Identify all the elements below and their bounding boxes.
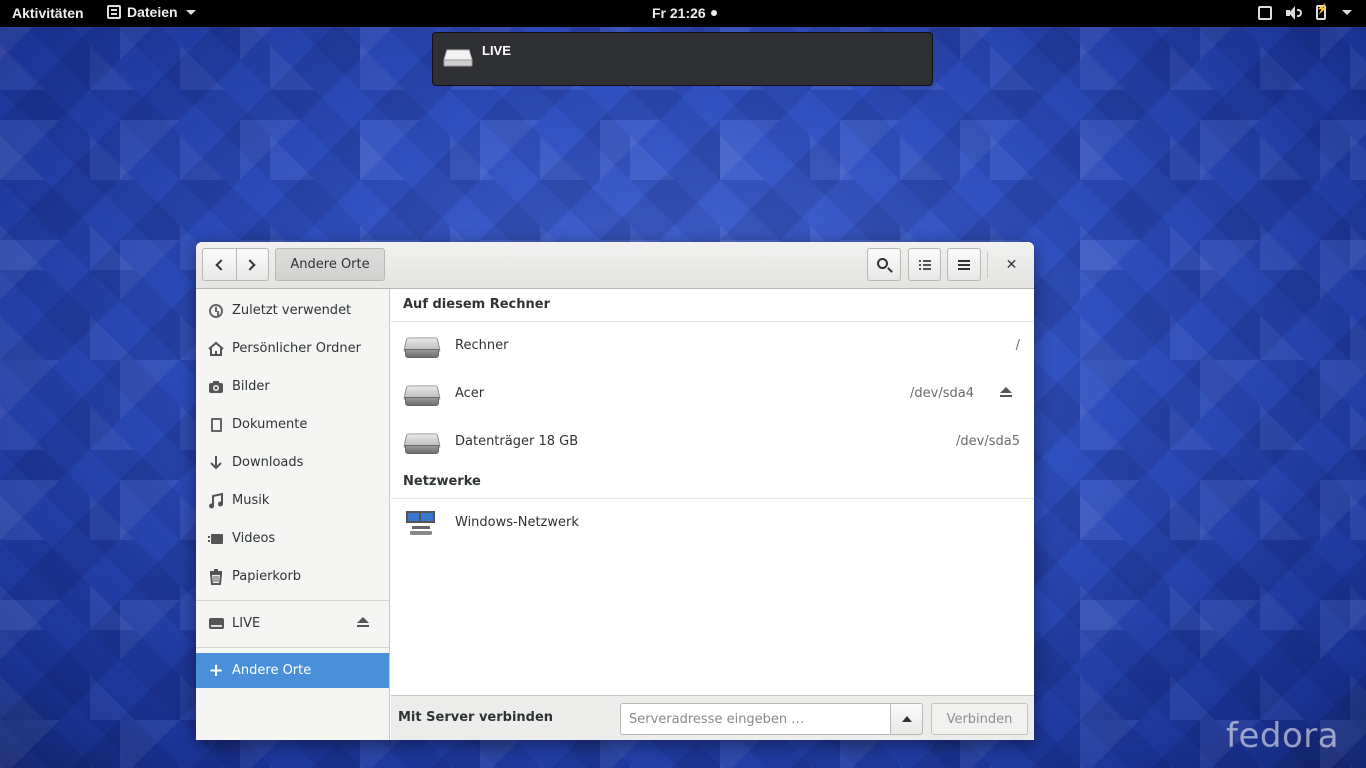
hamburger-menu-icon [958,259,970,270]
notification-dot-icon [710,10,717,16]
sidebar-item-label: Videos [232,531,276,546]
section-title-networks: Netzwerke [403,474,481,489]
sidebar-item-label: Dokumente [232,417,308,432]
place-row-windows-network[interactable]: Windows-Netzwerk [391,499,1034,547]
place-name: Windows-Netzwerk [455,515,579,530]
sidebar-item-videos[interactable]: Videos [196,521,389,556]
clock-button[interactable]: Fr 21:26 [652,5,717,21]
app-menu-label: Dateien [127,4,178,20]
notification-banner[interactable]: LIVE [432,32,933,86]
sidebar-item-downloads[interactable]: Downloads [196,445,389,480]
navigation-buttons [202,248,269,281]
notification-title: LIVE [482,43,511,58]
chevron-left-icon [215,258,227,271]
files-app-icon [107,5,121,19]
sidebar-item-label: Papierkorb [232,569,302,584]
connect-button[interactable]: Verbinden [931,703,1028,735]
view-mode-button[interactable] [908,248,941,281]
eject-button[interactable] [1000,387,1012,399]
files-window: Andere Orte ✕ Zuletzt verwendet Persönli… [196,242,1034,740]
place-row-rechner[interactable]: Rechner / [391,322,1034,370]
place-row-acer[interactable]: Acer /dev/sda4 [391,370,1034,418]
sidebar-item-recent[interactable]: Zuletzt verwendet [196,293,389,328]
chevron-up-icon [901,716,912,722]
app-menu-button[interactable]: Dateien [107,4,196,20]
camera-icon [208,379,224,395]
close-button[interactable]: ✕ [995,248,1028,281]
connect-to-server-bar: Mit Server verbinden Verbinden [391,695,1034,740]
system-tray[interactable] [1258,4,1352,20]
place-path: /dev/sda4 [910,386,974,401]
forward-button[interactable] [235,249,269,280]
clock-label: Fr 21:26 [652,5,706,21]
place-name: Datenträger 18 GB [455,434,579,449]
sidebar-item-label: Musik [232,493,270,508]
drive-icon [208,616,224,632]
download-icon [208,455,224,471]
sidebar: Zuletzt verwendet Persönlicher Ordner Bi… [196,289,390,740]
place-name: Rechner [455,338,509,353]
header-bar: Andere Orte ✕ [196,242,1034,289]
sidebar-separator [196,600,389,601]
connect-label: Mit Server verbinden [398,710,554,725]
sidebar-item-label: Persönlicher Ordner [232,341,361,356]
sidebar-item-music[interactable]: Musik [196,483,389,518]
path-bar-button[interactable]: Andere Orte [275,248,385,281]
menu-button[interactable] [947,248,981,281]
screen-icon [1258,5,1272,20]
sidebar-item-label: Downloads [232,455,304,470]
sidebar-separator [196,647,389,648]
sidebar-item-other-locations[interactable]: + Andere Orte [196,653,389,688]
sidebar-item-home[interactable]: Persönlicher Ordner [196,331,389,366]
trash-icon [208,568,224,585]
place-row-datentraeger[interactable]: Datenträger 18 GB /dev/sda5 [391,418,1034,466]
drive-icon [443,49,473,71]
back-button[interactable] [203,249,236,280]
system-menu-arrow-icon [1342,10,1352,15]
search-button[interactable] [867,248,901,281]
section-title-computer: Auf diesem Rechner [403,297,550,312]
sidebar-item-label: Zuletzt verwendet [232,303,352,318]
search-icon [877,257,888,269]
top-bar: Aktivitäten Dateien Fr 21:26 [0,0,1366,27]
close-icon: ✕ [1005,256,1018,273]
chevron-down-icon [185,9,196,15]
video-icon [208,531,224,547]
sidebar-item-label: Bilder [232,379,270,394]
sidebar-item-trash[interactable]: Papierkorb [196,559,389,594]
recent-servers-button[interactable] [890,703,923,735]
battery-icon [1316,4,1328,20]
sidebar-item-pictures[interactable]: Bilder [196,369,389,404]
server-address-input[interactable] [620,703,891,735]
document-icon [208,417,224,433]
chevron-right-icon [244,258,256,271]
activities-button[interactable]: Aktivitäten [12,5,84,21]
place-name: Acer [455,386,485,401]
places-view: Auf diesem Rechner Rechner / Acer /dev/s… [391,289,1034,695]
sidebar-item-live[interactable]: LIVE [196,606,389,641]
clock-icon [208,303,224,319]
list-view-icon [918,259,931,270]
sidebar-item-label: Andere Orte [232,663,312,678]
eject-button[interactable] [357,617,369,629]
music-icon [208,492,224,509]
place-path: /dev/sda5 [956,434,1020,449]
eject-icon [357,617,369,629]
place-path: / [1015,338,1020,353]
volume-icon [1286,5,1302,20]
sidebar-item-documents[interactable]: Dokumente [196,407,389,442]
header-separator [987,252,988,278]
fedora-logo: fedora [1226,716,1340,756]
plus-icon: + [208,660,224,681]
sidebar-item-label: LIVE [232,616,261,631]
eject-icon [1000,387,1012,399]
home-icon [208,341,224,357]
